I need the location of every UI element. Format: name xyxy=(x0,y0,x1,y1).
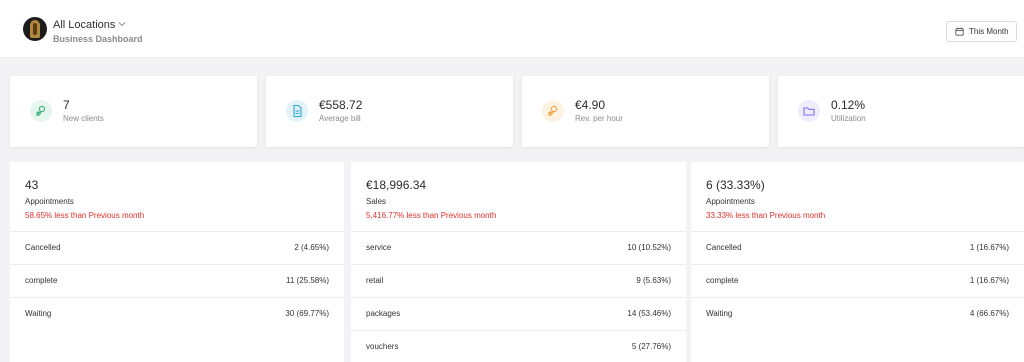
row-label: vouchers xyxy=(366,342,399,351)
kpi-value: 0.12% xyxy=(831,98,866,112)
kpi-label: Average bill xyxy=(319,114,361,123)
kpi-value: €4.90 xyxy=(575,98,606,112)
appointments-panel: 43 Appointments 58.65% less than Previou… xyxy=(10,162,344,362)
panel-change: 5,416.77% less than Previous month xyxy=(366,211,497,220)
users-icon xyxy=(542,100,564,122)
row-value: 2 (4.65%) xyxy=(294,243,329,252)
kpi-label: Utilization xyxy=(831,114,866,123)
kpi-average-bill: €558.72 Average bill xyxy=(266,76,513,147)
period-label: This Month xyxy=(969,27,1009,36)
panel-subtitle: Sales xyxy=(366,197,387,206)
panel-change: 33.33% less than Previous month xyxy=(706,211,826,220)
staff-appointments-panel: 6 (33.33%) Appointments 33.33% less than… xyxy=(691,162,1024,362)
location-selector[interactable]: All Locations xyxy=(53,19,115,31)
row-value: 30 (69.77%) xyxy=(285,309,329,318)
kpi-label: New clients xyxy=(63,114,104,123)
row-label: Waiting xyxy=(706,309,733,318)
row-value: 1 (16.67%) xyxy=(969,276,1009,285)
row-label: complete xyxy=(25,276,58,285)
row-value: 5 (27.76%) xyxy=(631,342,671,351)
panel-total: €18,996.34 xyxy=(366,178,427,192)
row-label: retail xyxy=(366,276,384,285)
list-item: Waiting 4 (66.67%) xyxy=(691,297,1024,330)
sales-panel: €18,996.34 Sales 5,416.77% less than Pre… xyxy=(351,162,686,362)
kpi-label: Rev. per hour xyxy=(575,114,623,123)
row-value: 10 (10.52%) xyxy=(627,243,671,252)
panel-total: 43 xyxy=(25,178,39,192)
calendar-icon xyxy=(955,27,964,36)
panel-total: 6 (33.33%) xyxy=(706,178,765,192)
list-item: packages 14 (53.46%) xyxy=(351,297,686,330)
row-value: 11 (25.58%) xyxy=(286,276,329,285)
list-item: Cancelled 2 (4.65%) xyxy=(10,231,344,264)
panel-change: 58.65% less than Previous month xyxy=(25,211,145,220)
row-value: 9 (5.63%) xyxy=(636,276,671,285)
list-item: Waiting 30 (69.77%) xyxy=(10,297,344,330)
chevron-down-icon[interactable] xyxy=(117,19,127,29)
kpi-value: 7 xyxy=(63,98,70,112)
kpi-revenue-per-hour: €4.90 Rev. per hour xyxy=(522,76,769,147)
row-value: 14 (53.46%) xyxy=(627,309,671,318)
list-item: retail 9 (5.63%) xyxy=(351,264,686,297)
users-icon xyxy=(30,100,52,122)
list-item: Cancelled 1 (16.67%) xyxy=(691,231,1024,264)
list-item: vouchers 5 (27.76%) xyxy=(351,330,686,362)
row-label: service xyxy=(366,243,392,252)
period-button[interactable]: This Month xyxy=(946,21,1017,42)
row-label: complete xyxy=(706,276,739,285)
business-avatar[interactable] xyxy=(23,17,47,41)
kpi-new-clients: 7 New clients xyxy=(10,76,257,147)
kpi-utilization: 0.12% Utilization xyxy=(778,76,1024,147)
row-value: 1 (16.67%) xyxy=(969,243,1009,252)
panel-subtitle: Appointments xyxy=(706,197,755,206)
row-label: Cancelled xyxy=(706,243,742,252)
row-label: packages xyxy=(366,309,401,318)
page-subtitle: Business Dashboard xyxy=(53,34,143,44)
folder-icon xyxy=(798,100,820,122)
list-item: complete 1 (16.67%) xyxy=(691,264,1024,297)
list-item: complete 11 (25.58%) xyxy=(10,264,344,297)
list-item: service 10 (10.52%) xyxy=(351,231,686,264)
kpi-value: €558.72 xyxy=(319,98,363,112)
document-icon xyxy=(286,100,308,122)
panel-subtitle: Appointments xyxy=(25,197,74,206)
row-label: Waiting xyxy=(25,309,52,318)
row-value: 4 (66.67%) xyxy=(969,309,1009,318)
top-header: All Locations Business Dashboard This Mo… xyxy=(0,0,1024,58)
row-label: Cancelled xyxy=(25,243,61,252)
